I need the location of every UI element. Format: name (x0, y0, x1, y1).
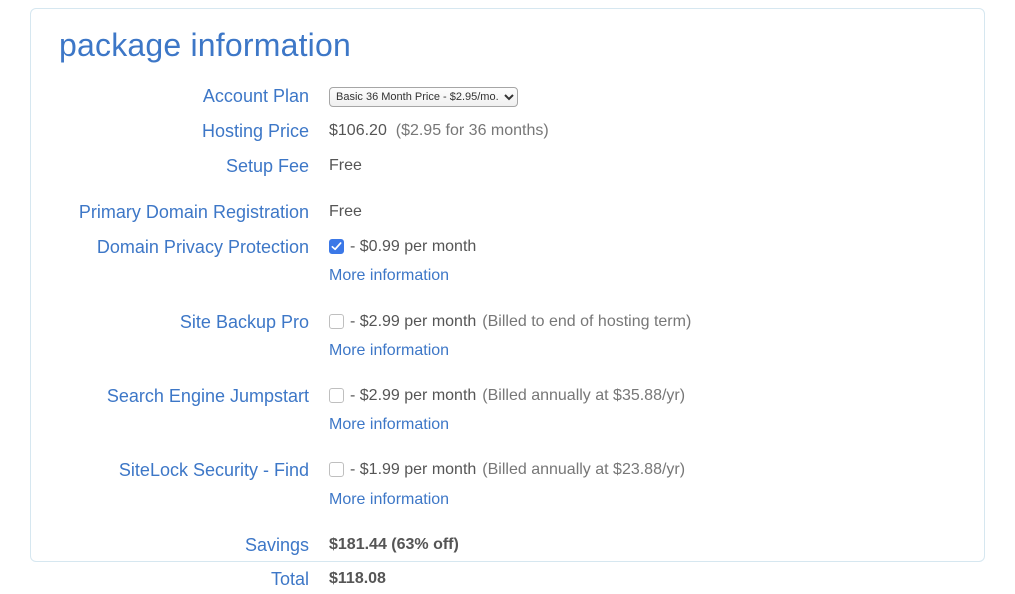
row-search-engine: Search Engine Jumpstart - $2.99 per mont… (59, 382, 956, 438)
value-hosting-price: $106.20 ($2.95 for 36 months) (329, 117, 956, 144)
search-engine-price-text: - $2.99 per month (350, 382, 476, 409)
sitelock-more-info-link[interactable]: More information (329, 486, 956, 513)
label-domain-privacy: Domain Privacy Protection (59, 233, 329, 262)
label-search-engine: Search Engine Jumpstart (59, 382, 329, 411)
site-backup-more-info-link[interactable]: More information (329, 337, 956, 364)
row-sitelock: SiteLock Security - Find - $1.99 per mon… (59, 456, 956, 512)
sitelock-price-text: - $1.99 per month (350, 456, 476, 483)
search-engine-checkbox[interactable] (329, 388, 344, 403)
site-backup-billing-note: (Billed to end of hosting term) (482, 308, 691, 335)
site-backup-price-text: - $2.99 per month (350, 308, 476, 335)
hosting-price-detail: ($2.95 for 36 months) (396, 122, 549, 139)
value-site-backup: - $2.99 per month (Billed to end of host… (329, 308, 956, 364)
value-setup-fee: Free (329, 152, 956, 179)
domain-privacy-price-text: - $0.99 per month (350, 233, 476, 260)
label-site-backup: Site Backup Pro (59, 308, 329, 337)
label-hosting-price: Hosting Price (59, 117, 329, 146)
label-sitelock: SiteLock Security - Find (59, 456, 329, 485)
panel-title: package information (59, 27, 956, 64)
value-domain-privacy: - $0.99 per month More information (329, 233, 956, 289)
value-sitelock: - $1.99 per month (Billed annually at $2… (329, 456, 956, 512)
row-primary-domain: Primary Domain Registration Free (59, 198, 956, 227)
label-account-plan: Account Plan (59, 82, 329, 111)
row-hosting-price: Hosting Price $106.20 ($2.95 for 36 mont… (59, 117, 956, 146)
value-search-engine: - $2.99 per month (Billed annually at $3… (329, 382, 956, 438)
search-engine-billing-note: (Billed annually at $35.88/yr) (482, 382, 685, 409)
row-site-backup: Site Backup Pro - $2.99 per month (Bille… (59, 308, 956, 364)
value-primary-domain: Free (329, 198, 956, 225)
sitelock-billing-note: (Billed annually at $23.88/yr) (482, 456, 685, 483)
package-information-panel: package information Account Plan Basic 3… (30, 8, 985, 562)
value-account-plan: Basic 36 Month Price - $2.95/mo. (329, 82, 956, 109)
row-domain-privacy: Domain Privacy Protection - $0.99 per mo… (59, 233, 956, 289)
sitelock-checkbox[interactable] (329, 462, 344, 477)
check-icon (331, 241, 342, 252)
hosting-price-amount: $106.20 (329, 122, 387, 139)
label-setup-fee: Setup Fee (59, 152, 329, 181)
account-plan-select[interactable]: Basic 36 Month Price - $2.95/mo. (329, 87, 518, 107)
label-primary-domain: Primary Domain Registration (59, 198, 329, 227)
value-savings: $181.44 (63% off) (329, 531, 956, 558)
row-account-plan: Account Plan Basic 36 Month Price - $2.9… (59, 82, 956, 111)
domain-privacy-checkbox[interactable] (329, 239, 344, 254)
domain-privacy-more-info-link[interactable]: More information (329, 262, 956, 289)
search-engine-more-info-link[interactable]: More information (329, 411, 956, 438)
label-savings: Savings (59, 531, 329, 560)
row-savings: Savings $181.44 (63% off) (59, 531, 956, 560)
site-backup-checkbox[interactable] (329, 314, 344, 329)
row-setup-fee: Setup Fee Free (59, 152, 956, 181)
